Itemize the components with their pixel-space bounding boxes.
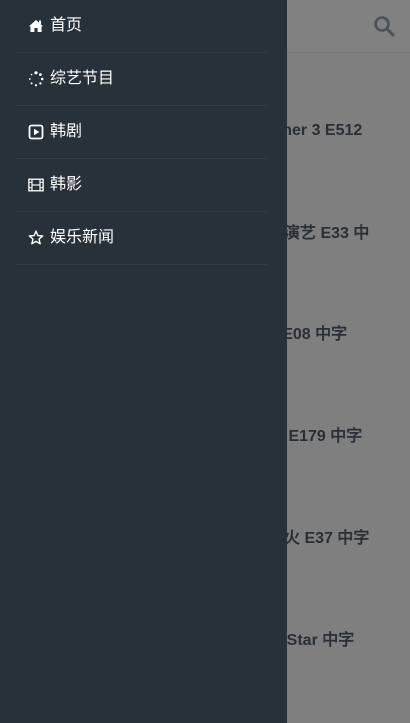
drawer-item-kdrama[interactable]: 韩剧: [16, 106, 267, 159]
side-drawer: 首页 综艺节目 韩剧 韩影 娱乐新闻: [0, 0, 287, 723]
drawer-item-variety[interactable]: 综艺节目: [16, 53, 267, 106]
drawer-item-home[interactable]: 首页: [16, 0, 267, 53]
drawer-item-label: 韩影: [50, 176, 83, 193]
star-outline-icon: [28, 230, 44, 246]
play-square-icon: [28, 124, 44, 140]
film-icon: [28, 177, 44, 193]
drawer-item-label: 首页: [50, 17, 83, 34]
drawer-item-ent-news[interactable]: 娱乐新闻: [16, 212, 267, 265]
drawer-item-label: 综艺节目: [50, 70, 115, 87]
drawer-item-kmovie[interactable]: 韩影: [16, 159, 267, 212]
home-icon: [28, 18, 44, 34]
spinner-icon: [28, 71, 44, 87]
app-screen: ether 3 E512 式演艺 E33 中 n E08 中字 牙 E179 中…: [0, 0, 410, 723]
drawer-menu: 首页 综艺节目 韩剧 韩影 娱乐新闻: [0, 0, 287, 265]
search-icon: [374, 16, 395, 37]
drawer-item-label: 韩剧: [50, 123, 83, 140]
drawer-item-label: 娱乐新闻: [50, 229, 115, 246]
search-button[interactable]: [372, 14, 396, 38]
